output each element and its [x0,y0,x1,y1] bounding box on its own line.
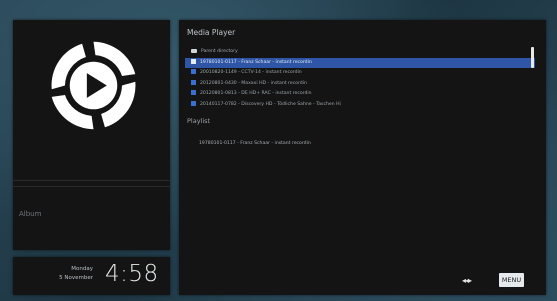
clock-date: Monday 5 November [53,265,93,283]
list-item-label: 19780101-0117 - Franz Schaar - instant r… [200,59,312,65]
album-label: Album [19,210,42,218]
list-item-label: Parent directory [201,49,238,54]
list-item-label: 20140117-0782 - Discovery HD - Tödliche … [200,101,341,107]
divider [13,180,170,181]
playlist-label: Playlist [187,117,211,125]
scrollbar[interactable] [531,47,534,68]
divider [13,186,170,187]
video-icon [191,79,196,85]
page-title: Media Player [187,28,236,37]
list-item[interactable]: 20120801-0430 - Maxaxi HD - instant reco… [185,79,535,90]
now-playing-panel: Album [13,20,170,250]
clock-panel: Monday 5 November 4:58 [13,257,170,295]
date-label: 5 November [59,275,93,281]
play-logo-icon[interactable] [46,38,141,133]
list-item-parent-directory[interactable]: Parent directory [185,47,535,58]
list-item[interactable]: 20140117-0782 - Discovery HD - Tödliche … [185,100,535,111]
list-item-label: 20010820-1149 - CCTV-14 - instant record… [200,70,302,75]
video-icon [191,69,196,74]
folder-icon [191,48,197,53]
media-browser-panel: Media Player Parent directory 19780101-0… [179,20,546,295]
file-list: Parent directory 19780101-0117 - Franz S… [185,47,535,110]
navigation-arrows-icon[interactable]: ◂◂▸ [462,276,472,285]
playlist-item[interactable]: 19780101-0117 - Franz Schaar - instant r… [199,141,311,146]
video-icon [191,90,196,95]
menu-button[interactable]: MENU [499,273,524,287]
list-item-label: 20120801-0430 - Maxaxi HD - instant reco… [200,80,307,86]
video-icon [191,100,196,106]
clock-time: 4:58 [105,261,159,287]
list-item-label: 20120801-0813 - DE HD+ RAC - instant rec… [200,91,312,96]
video-icon [191,58,196,64]
list-item[interactable]: 19780101-0117 - Franz Schaar - instant r… [185,57,535,68]
weekday-label: Monday [71,266,93,272]
list-item[interactable]: 20120801-0813 - DE HD+ RAC - instant rec… [185,89,535,100]
list-item[interactable]: 20010820-1149 - CCTV-14 - instant record… [185,68,535,79]
